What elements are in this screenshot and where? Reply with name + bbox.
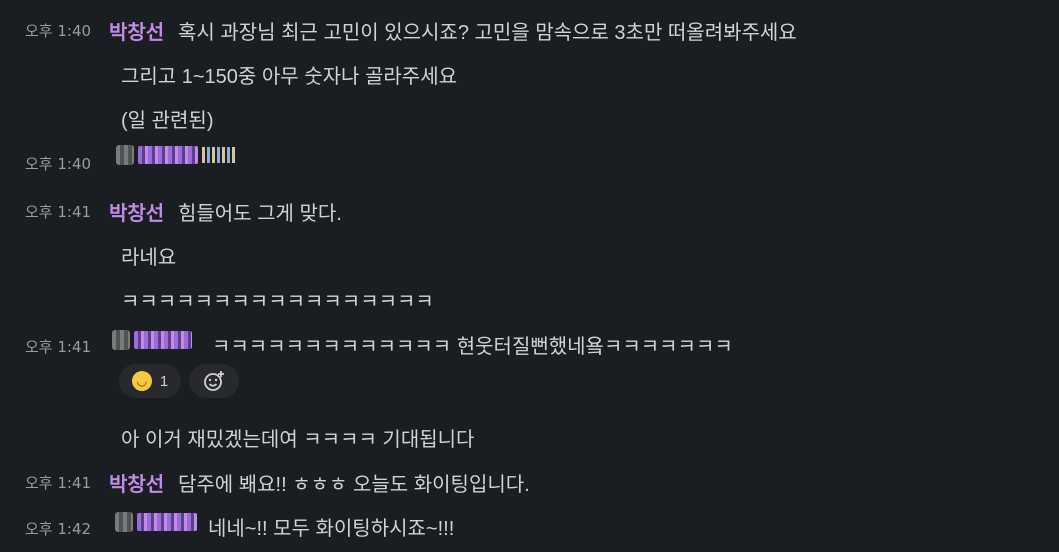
message-text: 라네요 (121, 247, 177, 269)
redacted-sender (116, 145, 236, 165)
message-text: 아 이거 재밌겠는데여 ㅋㅋㅋㅋ 기대됩니다 (121, 429, 475, 451)
message-row: 아 이거 재밌겠는데여 ㅋㅋㅋㅋ 기대됩니다 (0, 421, 1059, 461)
message-row: 오후 1:41 박창선 담주에 봬요!! ㅎㅎㅎ 오늘도 화이팅입니다. (0, 466, 1059, 506)
message-row: 오후 1:41 ㅋㅋㅋㅋㅋㅋㅋㅋㅋㅋㅋㅋㅋ 현웃터질뻔했네욬ㅋㅋㅋㅋㅋㅋㅋ (0, 328, 1059, 368)
sender-name[interactable]: 박창선 (109, 197, 164, 226)
reactions-bar: ◡ 1 (0, 364, 1059, 404)
message-text: 혹시 과장님 최근 고민이 있으시죠? 고민을 맘속으로 3초만 떠올려봐주세요 (178, 22, 797, 44)
message-row: 오후 1:42 네네~!! 모두 화이팅하시죠~!!! (0, 510, 1059, 550)
grin-emoji-icon: ◡ (131, 371, 152, 391)
message-text: 그리고 1~150중 아무 숫자나 골라주세요 (121, 66, 457, 88)
timestamp[interactable]: 오후 1:40 (25, 153, 91, 174)
reaction-count: 1 (159, 372, 169, 390)
timestamp[interactable]: 오후 1:42 (25, 518, 91, 539)
redacted-name (134, 331, 192, 349)
message-row: 오후 1:40 (0, 145, 1059, 185)
message-row: 오후 1:40 박창선 혹시 과장님 최근 고민이 있으시죠? 고민을 맘속으로… (0, 14, 1059, 54)
avatar[interactable] (116, 145, 134, 165)
message-text: ㅋㅋㅋㅋㅋㅋㅋㅋㅋㅋㅋㅋㅋㅋㅋㅋㅋ (121, 291, 434, 313)
redacted-sender (112, 330, 192, 350)
timestamp[interactable]: 오후 1:41 (25, 472, 91, 493)
message-text: 힘들어도 그게 맞다. (178, 203, 342, 225)
redacted-sender (115, 512, 197, 532)
redacted-text (202, 147, 236, 163)
redacted-name (137, 513, 197, 531)
reaction-grin[interactable]: ◡ 1 (119, 364, 181, 398)
timestamp[interactable]: 오후 1:41 (25, 201, 91, 222)
avatar[interactable] (112, 330, 130, 350)
timestamp[interactable]: 오후 1:41 (25, 336, 91, 357)
message-row: 오후 1:41 박창선 힘들어도 그게 맞다. (0, 195, 1059, 235)
sender-name[interactable]: 박창선 (109, 16, 164, 45)
message-text: 네네~!! 모두 화이팅하시죠~!!! (208, 518, 455, 540)
timestamp[interactable]: 오후 1:40 (25, 20, 91, 41)
message-row: 그리고 1~150중 아무 숫자나 골라주세요 (0, 58, 1059, 98)
message-row: (일 관련된) (0, 102, 1059, 142)
message-text: 담주에 봬요!! ㅎㅎㅎ 오늘도 화이팅입니다. (178, 474, 530, 496)
message-row: ㅋㅋㅋㅋㅋㅋㅋㅋㅋㅋㅋㅋㅋㅋㅋㅋㅋ (0, 283, 1059, 323)
message-row: 라네요 (0, 239, 1059, 279)
message-text: ㅋㅋㅋㅋㅋㅋㅋㅋㅋㅋㅋㅋㅋ 현웃터질뻔했네욬ㅋㅋㅋㅋㅋㅋㅋ (212, 336, 733, 358)
add-emoji-icon (204, 371, 224, 391)
avatar[interactable] (115, 512, 133, 532)
sender-name[interactable]: 박창선 (109, 468, 164, 497)
redacted-name (138, 146, 198, 164)
add-reaction-button[interactable] (189, 364, 239, 398)
message-text: (일 관련된) (121, 110, 214, 132)
